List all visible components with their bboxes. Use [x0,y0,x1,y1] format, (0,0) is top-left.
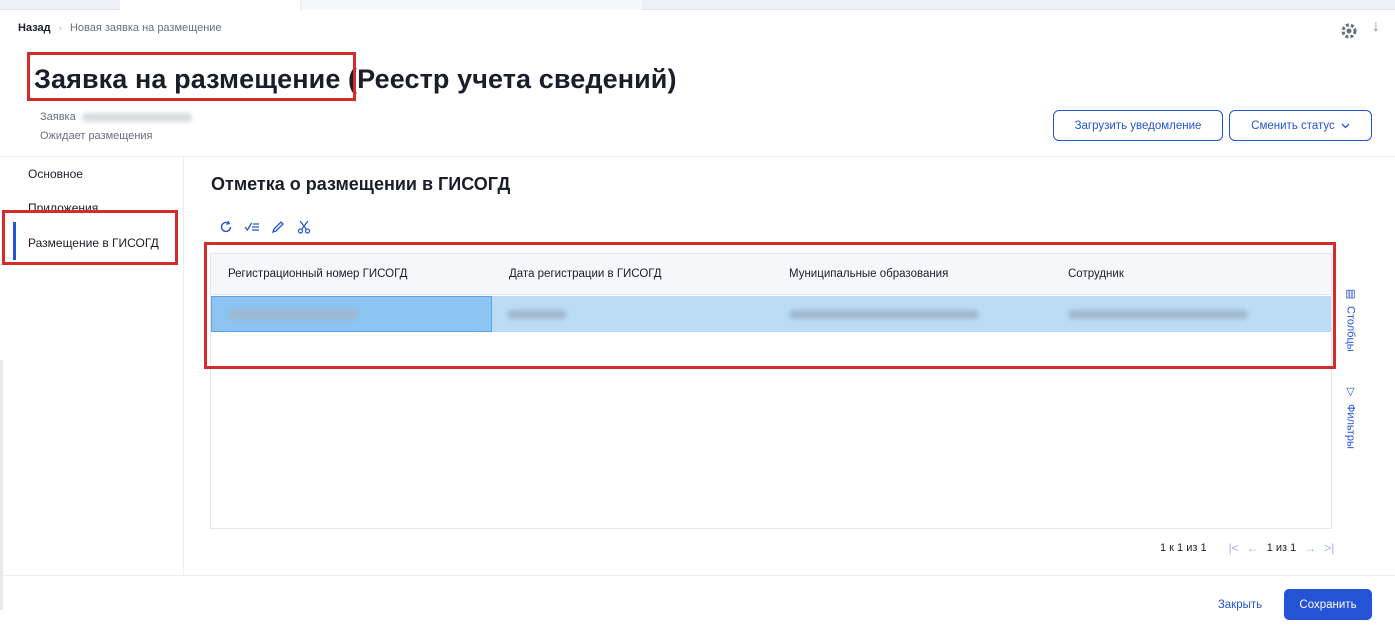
grid-toolbar [218,219,312,235]
request-number-redacted [81,113,192,122]
close-button[interactable]: Закрыть [1201,589,1279,620]
pagination-range: 1 к 1 из 1 [1160,542,1207,554]
check-list-icon[interactable] [244,219,260,235]
sidebar-divider [183,157,184,575]
request-label: Заявка [40,111,76,123]
columns-icon: ▥ [1344,287,1356,300]
pagination-page: 1 из 1 [1266,542,1297,554]
prev-page-icon[interactable]: ← [1247,541,1259,555]
change-status-button[interactable]: Сменить статус [1229,110,1372,141]
upload-notification-label: Загрузить уведомление [1074,119,1202,132]
pagination: 1 к 1 из 1 |< ← 1 из 1 → >| [1160,541,1334,555]
download-icon[interactable]: ↓ [1372,18,1388,40]
window-edge [0,360,3,610]
filters-label: Фильтры [1344,404,1357,449]
columns-panel-toggle[interactable]: ▥ Столбцы [1344,287,1357,352]
page-title-sub: (Реестр учета сведений) [348,64,677,94]
edit-icon[interactable] [270,219,286,235]
sidebar-item-main[interactable]: Основное [28,167,83,181]
tab-other[interactable] [302,0,642,10]
back-link[interactable]: Назад [18,22,51,34]
breadcrumb: Назад › Новая заявка на размещение [18,22,222,34]
section-title: Отметка о размещении в ГИСОГД [211,174,511,194]
last-page-icon[interactable]: >| [1324,541,1334,555]
header-divider [0,156,1395,157]
highlight-box-sidebar [2,210,178,265]
tab-bar [0,0,1395,10]
chevron-down-icon [1341,120,1350,132]
chevron-right-icon: › [58,22,62,34]
next-page-icon[interactable]: → [1304,541,1316,555]
gear-icon[interactable] [1339,21,1359,41]
change-status-label: Сменить статус [1251,119,1335,132]
request-meta: Заявка Ожидает размещения [40,108,192,146]
filter-icon: ▽ [1344,385,1356,398]
breadcrumb-current: Новая заявка на размещение [69,22,222,34]
filters-panel-toggle[interactable]: ▽ Фильтры [1344,385,1357,449]
columns-label: Столбцы [1344,306,1357,352]
upload-notification-button[interactable]: Загрузить уведомление [1053,110,1223,141]
cut-icon[interactable] [296,219,312,235]
first-page-icon[interactable]: |< [1229,541,1239,555]
tab-active[interactable] [120,0,300,10]
refresh-icon[interactable] [218,219,234,235]
highlight-box-table [204,242,1336,369]
save-button[interactable]: Сохранить [1284,589,1372,620]
status-text: Ожидает размещения [40,130,153,142]
highlight-box-title [27,52,356,101]
footer-divider [0,575,1395,576]
